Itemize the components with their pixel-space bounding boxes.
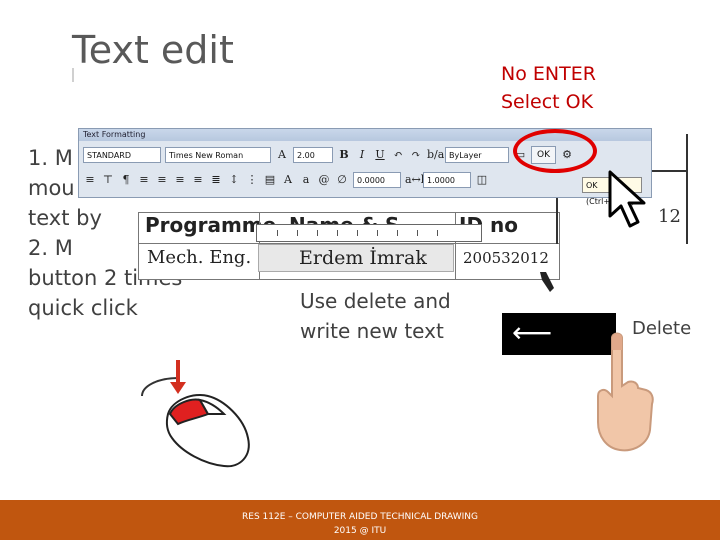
- columns-icon[interactable]: ≡: [83, 173, 97, 187]
- step-line-3-text: text: [28, 206, 70, 230]
- edited-text[interactable]: Erdem İmrak: [299, 247, 427, 269]
- justification-icon[interactable]: ⊤: [101, 173, 115, 187]
- title-divider: [72, 68, 74, 82]
- instruction-text: Use delete and write new text: [300, 286, 451, 346]
- table-cell-programme: Mech. Eng.: [147, 247, 252, 268]
- edit-cursor-icon: [540, 272, 554, 292]
- italic-button[interactable]: I: [355, 148, 369, 162]
- footer-text: RES 112E – COMPUTER AIDED TECHNICAL DRAW…: [200, 510, 520, 538]
- text-ruler[interactable]: [256, 224, 482, 242]
- footer-line-1: RES 112E – COMPUTER AIDED TECHNICAL DRAW…: [242, 512, 478, 522]
- stack-icon[interactable]: b/a: [427, 148, 444, 162]
- numbering-icon[interactable]: ⋮: [245, 173, 259, 187]
- redo-icon[interactable]: ↷: [409, 148, 423, 162]
- frame-number: 12: [658, 206, 681, 227]
- table-divider: [455, 213, 456, 279]
- ruler-tick: [357, 230, 358, 236]
- mouse-pointer-icon: [608, 170, 646, 228]
- slide-title: Text edit: [72, 28, 234, 72]
- instruction-line-2: write new text: [300, 319, 444, 343]
- toolbar-row-1: STANDARD Times New Roman A 2.00 B I U ↶ …: [83, 144, 574, 166]
- step-fragment: by: [76, 206, 102, 230]
- ruler-tick: [277, 230, 278, 236]
- text-edit-box[interactable]: Erdem İmrak: [258, 244, 454, 272]
- instruction-line-1: Use delete and: [300, 289, 451, 313]
- lowercase-icon[interactable]: a: [299, 173, 313, 187]
- insert-field-icon[interactable]: ▤: [263, 173, 277, 187]
- red-note-line-2: Select OK: [501, 91, 594, 113]
- ruler-tick: [437, 230, 438, 236]
- tracking-field[interactable]: 1.0000: [423, 172, 471, 188]
- align-center-icon[interactable]: ≡: [155, 173, 169, 187]
- color-dropdown[interactable]: ByLayer: [445, 147, 509, 163]
- undo-icon[interactable]: ↶: [391, 148, 405, 162]
- align-right-icon[interactable]: ≡: [173, 173, 187, 187]
- ruler-tick: [417, 230, 418, 236]
- bold-button[interactable]: B: [337, 148, 351, 162]
- frame-line: [686, 134, 688, 244]
- style-dropdown[interactable]: STANDARD: [83, 147, 161, 163]
- paragraph-icon[interactable]: ¶: [119, 173, 133, 187]
- ruler-tick: [397, 230, 398, 236]
- toolbar-row-2: ≡ ⊤ ¶ ≡ ≡ ≡ ≡ ≣ ↕ ⋮ ▤ A a @ ∅ 0.0000 a↔b…: [83, 169, 489, 191]
- red-note-line-1: No ENTER: [501, 63, 596, 85]
- table-cell-id: 200532012: [463, 249, 549, 267]
- tracking-icon: a↔b: [405, 173, 428, 186]
- ruler-tick: [337, 230, 338, 236]
- justify-icon[interactable]: ≡: [191, 173, 205, 187]
- footer-line-2: 2015 @ ITU: [333, 526, 387, 536]
- ok-highlight-circle: [513, 129, 597, 173]
- red-note: No ENTER Select OK: [501, 60, 596, 116]
- oblique-icon: ∅: [337, 173, 347, 186]
- step-line-6: quick click: [28, 296, 138, 320]
- line-spacing-icon[interactable]: ↕: [227, 173, 241, 187]
- distribute-icon[interactable]: ≣: [209, 173, 223, 187]
- annotative-icon[interactable]: A: [275, 148, 289, 162]
- oblique-angle-field[interactable]: 0.0000: [353, 172, 401, 188]
- ruler-tick: [317, 230, 318, 236]
- computer-mouse-icon: [141, 360, 250, 468]
- ruler-tick: [297, 230, 298, 236]
- pressing-finger-icon: [597, 332, 654, 452]
- font-dropdown[interactable]: Times New Roman: [165, 147, 271, 163]
- uppercase-icon[interactable]: A: [281, 173, 295, 187]
- ruler-tick: [377, 230, 378, 236]
- underline-button[interactable]: U: [373, 148, 387, 162]
- align-left-icon[interactable]: ≡: [137, 173, 151, 187]
- text-height-field[interactable]: 2.00: [293, 147, 333, 163]
- symbol-icon[interactable]: @: [317, 173, 331, 187]
- width-factor-icon: ◫: [476, 173, 488, 186]
- backspace-arrow-icon: ⟵: [512, 316, 553, 349]
